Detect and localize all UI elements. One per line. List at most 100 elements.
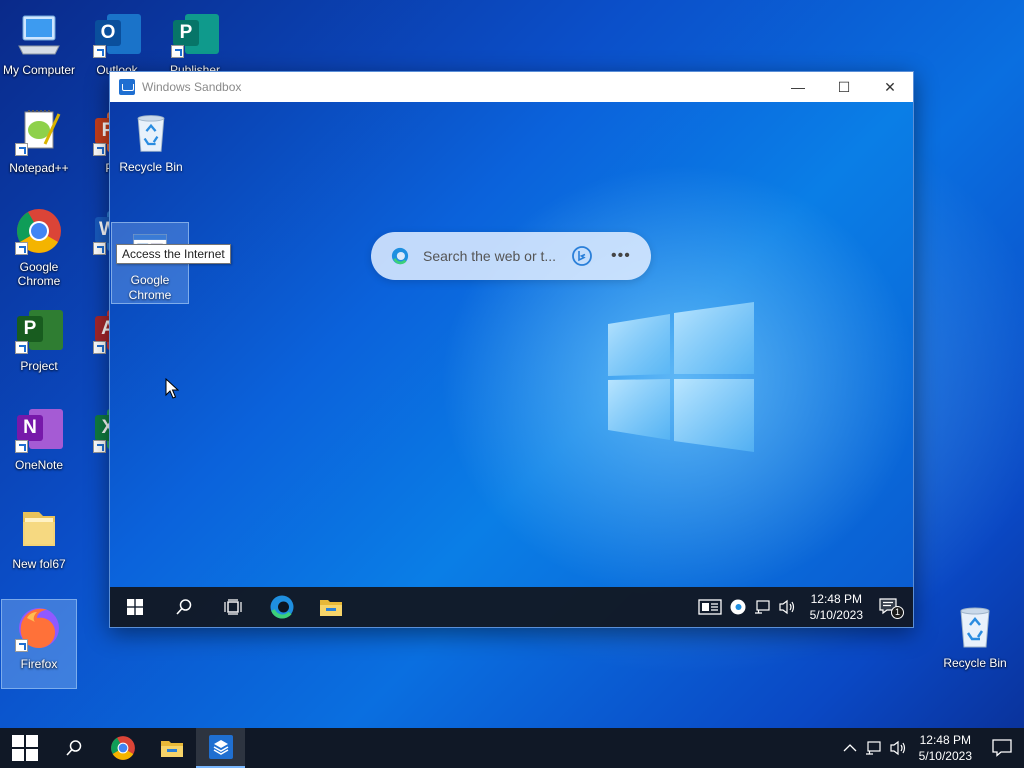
close-button[interactable]: ✕ (867, 72, 913, 102)
desktop-icon-label: Recycle Bin (943, 656, 1007, 670)
tooltip: Access the Internet (116, 244, 231, 264)
shortcut-arrow-icon (93, 143, 106, 156)
taskbar-file-explorer-button[interactable] (147, 728, 196, 768)
onenote-icon: N (15, 405, 63, 453)
action-center-button[interactable] (992, 739, 1012, 757)
desktop-icon-recycle-bin[interactable]: Recycle Bin (937, 599, 1013, 689)
maximize-button[interactable]: ☐ (821, 72, 867, 102)
clock-time: 12:48 PM (810, 592, 862, 606)
desktop-icon-label: New fol67 (12, 557, 66, 571)
desktop-icon-label: OneNote (14, 458, 64, 472)
desktop-icon-label: My Computer (2, 63, 76, 77)
taskbar-chrome-button[interactable] (98, 728, 147, 768)
clock-date: 5/10/2023 (809, 608, 863, 622)
windows-logo-icon (608, 302, 754, 452)
volume-button[interactable] (889, 740, 907, 756)
desktop-icon-google-chrome[interactable]: Google Chrome (1, 203, 77, 293)
project-icon: P (15, 306, 63, 354)
sandbox-desktop[interactable]: Recycle Bin Google Chrome Access the Int… (110, 102, 913, 627)
desktop-icon-label: Project (20, 359, 58, 373)
shortcut-arrow-icon (15, 639, 28, 652)
folder-icon (319, 600, 342, 616)
shortcut-arrow-icon (93, 440, 106, 453)
tray-edge-button[interactable] (730, 599, 746, 615)
shortcut-arrow-icon (15, 242, 28, 255)
windows-start-icon (11, 735, 38, 761)
taskbar-sandbox-button[interactable] (196, 728, 245, 768)
search-button[interactable] (159, 587, 208, 627)
clock-date: 5/10/2023 (918, 749, 972, 763)
sandbox-clock[interactable]: 12:48 PM 5/10/2023 (810, 591, 863, 623)
desktop-icon-label: Google Chrome (128, 273, 172, 302)
sandbox-taskbar: 12:48 PM 5/10/2023 1 (110, 587, 913, 627)
more-options-icon[interactable]: ••• (611, 247, 631, 265)
shortcut-arrow-icon (171, 45, 184, 58)
action-center-button[interactable]: 1 (879, 598, 904, 619)
mouse-cursor-icon (165, 378, 179, 399)
recycle-bin-icon (137, 115, 165, 152)
windows-start-icon (126, 599, 143, 615)
computer-icon (15, 10, 63, 58)
start-button[interactable] (110, 587, 159, 627)
host-clock[interactable]: 12:48 PM 5/10/2023 (919, 732, 972, 764)
notepadpp-icon (15, 108, 63, 156)
window-title: Windows Sandbox (142, 80, 242, 94)
shortcut-arrow-icon (93, 242, 106, 255)
news-icon (697, 599, 722, 615)
shortcut-arrow-icon (15, 440, 28, 453)
volume-icon (890, 740, 905, 756)
shortcut-arrow-icon (15, 341, 28, 354)
desktop-icon-new-folder[interactable]: New fol67 (1, 500, 77, 590)
minimize-button[interactable]: — (775, 72, 821, 102)
windows-sandbox-window[interactable]: Windows Sandbox — ☐ ✕ Recycle Bin Google… (109, 71, 914, 628)
publisher-icon: P (171, 10, 219, 58)
desktop-icon-my-computer[interactable]: My Computer (1, 6, 77, 96)
shortcut-arrow-icon (15, 143, 28, 156)
desktop-icon-notepadpp[interactable]: Notepad++ (1, 104, 77, 194)
sandbox-icon-recycle-bin[interactable]: Recycle Bin (112, 104, 190, 175)
network-icon (865, 741, 881, 755)
search-icon (175, 599, 191, 615)
shortcut-arrow-icon (93, 45, 106, 58)
desktop-icon-label: Notepad++ (9, 161, 69, 175)
sandbox-app-icon (119, 79, 135, 95)
outlook-icon: O (93, 10, 141, 58)
edge-icon (270, 595, 293, 619)
desktop-icon-onenote[interactable]: N OneNote (1, 401, 77, 491)
desktop-icon-firefox[interactable]: Firefox (1, 599, 77, 689)
desktop-icon-label: Google Chrome (17, 260, 61, 288)
network-icon (754, 600, 770, 614)
news-widget-button[interactable] (697, 599, 722, 615)
edge-search-bar[interactable]: Search the web or t... ••• (371, 232, 651, 280)
sandbox-titlebar[interactable]: Windows Sandbox — ☐ ✕ (110, 72, 913, 102)
task-view-button[interactable] (208, 587, 257, 627)
search-icon (65, 740, 81, 756)
search-input[interactable]: Search the web or t... (423, 248, 555, 264)
folder-icon (160, 741, 183, 757)
firefox-icon (15, 604, 63, 652)
bing-chat-icon[interactable] (571, 245, 593, 267)
network-button[interactable] (865, 740, 881, 756)
clock-time: 12:48 PM (919, 733, 971, 747)
network-button[interactable] (754, 599, 770, 615)
desktop-icon-label: Recycle Bin (119, 160, 183, 174)
desktop-icon-label: Firefox (20, 657, 58, 671)
edge-icon (730, 599, 746, 615)
taskbar-file-explorer-button[interactable] (306, 587, 355, 627)
edge-icon (391, 247, 409, 265)
search-button[interactable] (49, 728, 98, 768)
chevron-up-icon (843, 744, 857, 752)
show-hidden-icons-button[interactable] (843, 743, 857, 753)
sandbox-app-icon (208, 735, 233, 759)
host-taskbar: 12:48 PM 5/10/2023 (0, 728, 1024, 768)
shortcut-arrow-icon (93, 341, 106, 354)
start-button[interactable] (0, 728, 49, 768)
task-view-icon (223, 599, 242, 615)
desktop-icon-project[interactable]: P Project (1, 302, 77, 392)
recycle-bin-icon (951, 603, 999, 651)
volume-button[interactable] (778, 599, 796, 615)
notification-icon (992, 739, 1012, 757)
volume-icon (779, 599, 794, 615)
notification-count-badge: 1 (891, 606, 904, 619)
taskbar-edge-button[interactable] (257, 587, 306, 627)
